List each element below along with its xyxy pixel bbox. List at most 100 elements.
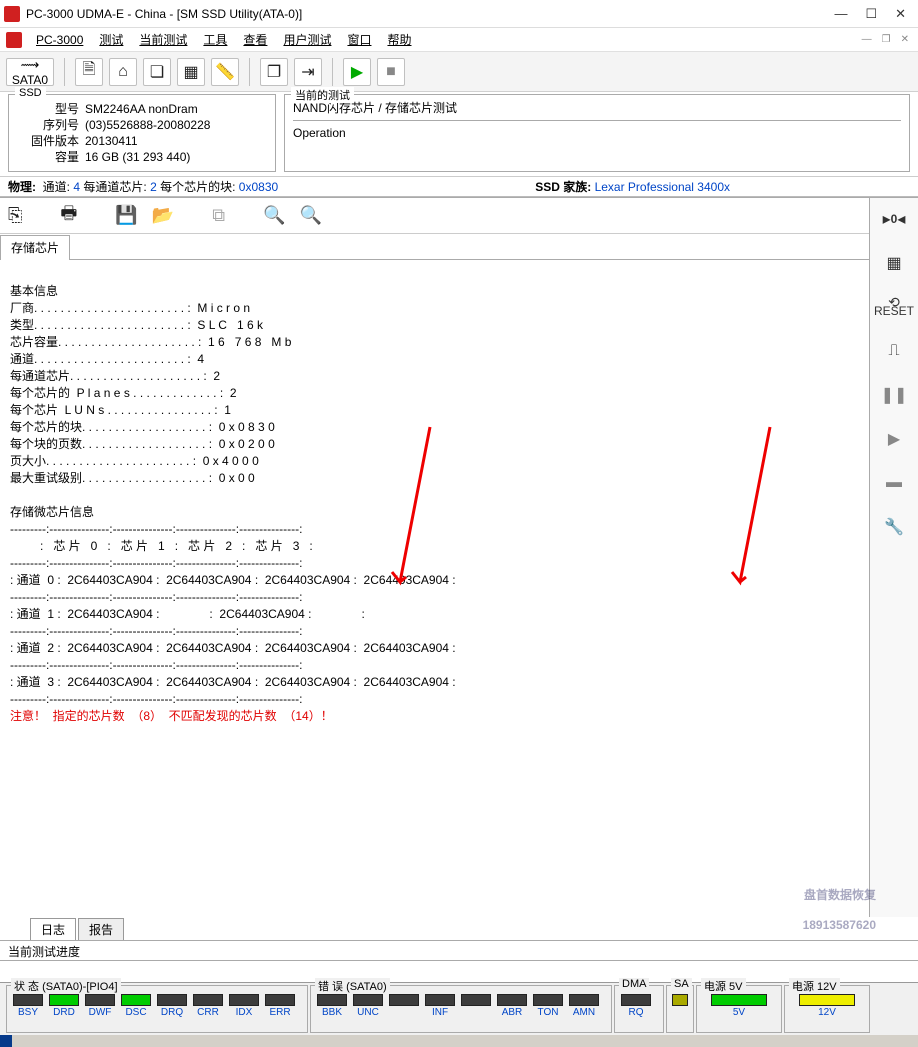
tab-log[interactable]: 日志 [30, 918, 76, 940]
fw-label: 固件版本 [19, 133, 79, 149]
mdi-app-icon [6, 32, 22, 48]
model-label: 型号 [19, 101, 79, 117]
status-error-group: 错 误 (SATA0) BBK UNC INF ABR TON AMN [310, 985, 612, 1033]
ruler-icon: 📏 [215, 62, 235, 82]
export-icon[interactable]: ⎘ [8, 205, 22, 226]
open-icon[interactable]: 📂 [152, 205, 174, 226]
chips-per-ch-label: 每通道芯片: [83, 178, 146, 195]
channels-value: 4 [73, 180, 80, 194]
mdi-close-button[interactable]: ✕ [898, 34, 912, 45]
phys-label: 物理: [8, 178, 36, 195]
play-right-button[interactable]: ▶ [879, 424, 909, 454]
mdi-restore-button[interactable]: ❐ [879, 34, 894, 45]
family-value: Lexar Professional 3400x [595, 180, 730, 194]
toolbar-btn-exit[interactable]: ⇥ [294, 58, 322, 86]
model-value: SM2246AA nonDram [85, 101, 198, 117]
pwr12-legend: 电源 12V [789, 978, 840, 994]
annotation-arrow-2 [720, 410, 780, 602]
menu-help[interactable]: 帮助 [379, 31, 419, 48]
reset-button[interactable]: ⟲RESET [879, 292, 909, 322]
state-legend: 状 态 (SATA0)-[PIO4] [11, 978, 121, 994]
pause-button[interactable]: ❚❚ [879, 380, 909, 410]
chip-row-3: : 通道 3 : 2C64403CA904 : 2C64403CA904 : 2… [10, 675, 456, 689]
print-icon[interactable]: 🖶 [60, 201, 77, 231]
tab-report[interactable]: 报告 [78, 918, 124, 940]
chip-row-1: : 通道 1 : 2C64403CA904 : : 2C64403CA904 :… [10, 607, 365, 621]
menu-user-test[interactable]: 用户测试 [275, 31, 339, 48]
toolbar-btn-copy[interactable]: ❐ [260, 58, 288, 86]
led-inf [425, 994, 455, 1006]
led-12v [799, 994, 855, 1006]
chip-right-button[interactable]: ▬ [879, 468, 909, 498]
operation-label: Operation [293, 124, 901, 142]
main-area: ⎘ 🖶 💾 📂 ⧉ 🔍 🔍 存储芯片 基本信息 厂商. . . . . . . … [0, 197, 918, 917]
toolbar-btn-4[interactable]: ▦ [177, 58, 205, 86]
family-label: SSD 家族: [535, 178, 591, 195]
settings-button[interactable]: 🔧 [879, 512, 909, 542]
right-toolbar: ▸0◂ ▦ ⟲RESET ⎍ ❚❚ ▶ ▬ 🔧 [870, 198, 918, 917]
menu-view[interactable]: 查看 [235, 31, 275, 48]
main-toolbar: ⟿ SATA0 🗎 ⌂ ❏ ▦ 📏 ❐ ⇥ ▶ ■ [0, 52, 918, 92]
toolbar-btn-1[interactable]: 🗎 [75, 58, 103, 86]
retry-row: 最大重试级别. . . . . . . . . . . . . . . . . … [10, 471, 255, 485]
led-err [265, 994, 295, 1006]
progress-bar [0, 961, 918, 983]
chip-table-hr1: ---------:---------------:--------------… [10, 522, 302, 536]
stack-icon: ❏ [150, 62, 164, 82]
chip-view-button[interactable]: ▦ [879, 248, 909, 278]
toolbar-btn-5[interactable]: 📏 [211, 58, 239, 86]
chip-table-hr6: ---------:---------------:--------------… [10, 692, 302, 706]
power-button[interactable]: ▸0◂ [879, 204, 909, 234]
blocks-row: 每个芯片的块. . . . . . . . . . . . . . . . . … [10, 420, 275, 434]
led-abr [497, 994, 527, 1006]
toolbar-btn-3[interactable]: ❏ [143, 58, 171, 86]
led-drd [49, 994, 79, 1006]
fw-value: 20130411 [85, 133, 138, 149]
menu-current-test[interactable]: 当前测试 [131, 31, 195, 48]
led-bbk [317, 994, 347, 1006]
blocks-per-chip-label: 每个芯片的块: [160, 178, 235, 195]
panel-tabs: 存储芯片 [0, 234, 869, 260]
minimize-button[interactable]: — [834, 6, 847, 22]
mdi-minimize-button[interactable]: — [859, 34, 875, 45]
cap-value: 16 GB (31 293 440) [85, 149, 190, 165]
led-dwf [85, 994, 115, 1006]
menu-app[interactable]: PC-3000 [28, 33, 91, 47]
error-legend: 错 误 (SATA0) [315, 978, 390, 994]
copy-panel-icon[interactable]: ⧉ [212, 205, 225, 226]
status-sa-group: SA [666, 985, 694, 1033]
menu-window[interactable]: 窗口 [339, 31, 379, 48]
type-row: 类型. . . . . . . . . . . . . . . . . . . … [10, 318, 263, 332]
close-button[interactable]: ✕ [895, 6, 906, 22]
led-e5 [461, 994, 491, 1006]
usb-button[interactable]: ⎍ [879, 336, 909, 366]
maximize-button[interactable]: ☐ [865, 6, 877, 22]
led-bsy [13, 994, 43, 1006]
toolbar-btn-play[interactable]: ▶ [343, 58, 371, 86]
led-ton [533, 994, 563, 1006]
tab-storage-chip[interactable]: 存储芯片 [0, 235, 70, 260]
toolbar-btn-2[interactable]: ⌂ [109, 58, 137, 86]
find-next-icon[interactable]: 🔍 [300, 205, 322, 226]
find-icon[interactable]: 🔍 [263, 205, 285, 226]
save-icon[interactable]: 💾 [115, 205, 137, 226]
pwr5-legend: 电源 5V [701, 978, 746, 994]
toolbar-btn-stop[interactable]: ■ [377, 58, 405, 86]
window-title: PC-3000 UDMA-E - China - [SM SSD Utility… [26, 7, 834, 21]
chip-table-hr4: ---------:---------------:--------------… [10, 624, 302, 638]
status-dma-group: DMA RQ [614, 985, 664, 1033]
led-drq [157, 994, 187, 1006]
vendor-row: 厂商. . . . . . . . . . . . . . . . . . . … [10, 301, 250, 315]
led-amn [569, 994, 599, 1006]
status-pwr5-group: 电源 5V 5V [696, 985, 782, 1033]
menu-test[interactable]: 测试 [91, 31, 131, 48]
sata-port-button[interactable]: ⟿ SATA0 [6, 58, 54, 86]
document-icon: 🗎 [83, 58, 96, 85]
dma-legend: DMA [619, 978, 649, 990]
led-rq [621, 994, 651, 1006]
menu-tools[interactable]: 工具 [195, 31, 235, 48]
serial-label: 序列号 [19, 117, 79, 133]
chip-info-title: 存储微芯片信息 [10, 505, 94, 519]
basic-info-title: 基本信息 [10, 284, 58, 298]
led-5v [711, 994, 767, 1006]
